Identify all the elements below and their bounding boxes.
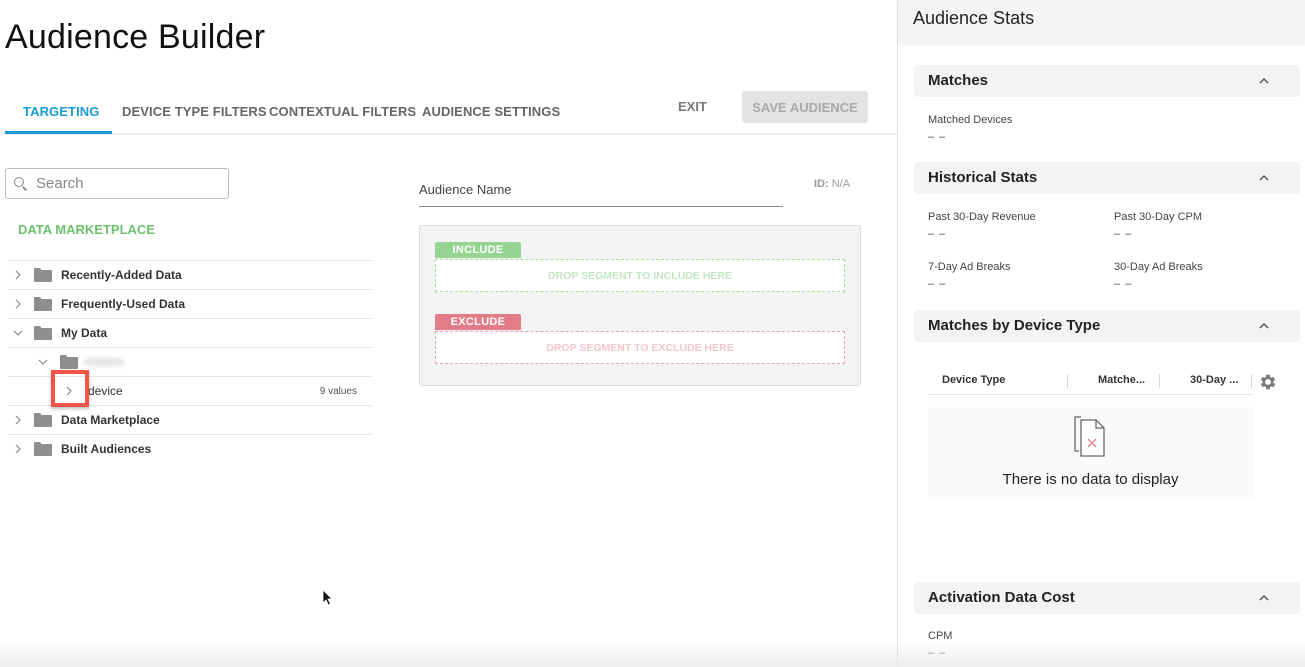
chevron-right-icon[interactable] — [64, 386, 74, 396]
chevron-right-icon[interactable] — [13, 444, 23, 454]
tree-item-device[interactable]: device 9 values — [8, 376, 372, 405]
search-input[interactable] — [36, 175, 216, 192]
tree-item-label: Built Audiences — [61, 442, 152, 456]
revenue-label: Past 30-Day Revenue — [928, 211, 1036, 223]
chevron-right-icon[interactable] — [13, 270, 23, 280]
active-tab-indicator — [5, 131, 112, 134]
value-count: 9 values — [319, 385, 357, 397]
search-field[interactable] — [5, 168, 229, 199]
chevron-down-icon[interactable] — [13, 328, 23, 338]
ad-breaks-30-label: 30-Day Ad Breaks — [1114, 261, 1203, 273]
tree-item-label: device — [88, 384, 123, 398]
tab-bar: TARGETING DEVICE TYPE FILTERS CONTEXTUAL… — [0, 90, 897, 135]
folder-icon — [34, 442, 52, 456]
section-title: Matches — [928, 72, 989, 89]
empty-state-text: There is no data to display — [1002, 471, 1179, 488]
tree-item-label: Recently-Added Data — [61, 268, 182, 282]
no-data-icon — [1074, 416, 1105, 457]
bottom-fade — [0, 640, 897, 667]
ad-breaks-30-value: – – — [1114, 278, 1133, 290]
data-tree: Recently-Added Data Frequently-Used Data… — [8, 260, 372, 463]
matched-devices-value: – – — [928, 131, 947, 143]
gear-icon[interactable] — [1258, 372, 1278, 392]
include-drop-zone[interactable]: DROP SEGMENT TO INCLUDE HERE — [435, 259, 845, 292]
column-device-type[interactable]: Device Type — [942, 374, 1005, 386]
mouse-cursor-icon — [322, 589, 333, 606]
stats-header: Audience Stats — [898, 0, 1305, 43]
include-tag: INCLUDE — [435, 242, 521, 258]
chevron-down-icon[interactable] — [38, 357, 48, 367]
chevron-right-icon[interactable] — [13, 299, 23, 309]
tree-item-frequently-used[interactable]: Frequently-Used Data — [8, 289, 372, 318]
table-header: Device Type Matche... 30-Day ... — [928, 367, 1253, 395]
segment-builder: INCLUDE DROP SEGMENT TO INCLUDE HERE EXC… — [419, 225, 861, 386]
column-resizer[interactable] — [1159, 374, 1160, 388]
tab-audience-settings[interactable]: AUDIENCE SETTINGS — [422, 104, 560, 119]
tree-item-data-marketplace[interactable]: Data Marketplace — [8, 405, 372, 434]
folder-icon — [34, 268, 52, 282]
ad-breaks-7-label: 7-Day Ad Breaks — [928, 261, 1011, 273]
audience-id: ID: N/A — [814, 178, 850, 190]
stats-title: Audience Stats — [913, 8, 1035, 28]
id-label: ID: — [814, 178, 829, 190]
section-activation-data-cost[interactable]: Activation Data Cost — [914, 582, 1300, 614]
page-title: Audience Builder — [5, 18, 266, 56]
empty-state: There is no data to display — [928, 407, 1253, 499]
matched-devices-label: Matched Devices — [928, 114, 1013, 126]
tree-item-label: Frequently-Used Data — [61, 297, 186, 311]
folder-icon — [34, 413, 52, 427]
cpm-label: Past 30-Day CPM — [1114, 211, 1203, 223]
section-historical-stats[interactable]: Historical Stats — [914, 162, 1300, 194]
folder-icon — [34, 326, 52, 340]
folder-icon — [34, 297, 52, 311]
chevron-up-icon[interactable] — [1258, 75, 1270, 87]
chevron-up-icon[interactable] — [1258, 320, 1270, 332]
save-audience-button[interactable]: SAVE AUDIENCE — [742, 91, 868, 123]
section-title: Matches by Device Type — [928, 317, 1101, 334]
cpm-value: – – — [1114, 228, 1133, 240]
tree-item-redacted-folder[interactable] — [8, 347, 372, 376]
tree-item-label: Data Marketplace — [61, 413, 160, 427]
column-resizer[interactable] — [1251, 374, 1252, 388]
section-title: Activation Data Cost — [928, 589, 1075, 606]
audience-builder-main: Audience Builder TARGETING DEVICE TYPE F… — [0, 0, 897, 667]
id-value: N/A — [831, 178, 851, 190]
ad-breaks-7-value: – – — [928, 278, 947, 290]
column-30-day[interactable]: 30-Day ... — [1190, 374, 1238, 386]
revenue-value: – – — [928, 228, 947, 240]
tree-item-my-data[interactable]: My Data — [8, 318, 372, 347]
exclude-tag: EXCLUDE — [435, 314, 521, 330]
tab-contextual-filters[interactable]: CONTEXTUAL FILTERS — [269, 104, 416, 119]
tree-item-label: My Data — [61, 326, 108, 340]
search-icon — [14, 176, 28, 191]
folder-icon — [60, 355, 78, 369]
activation-cpm-label: CPM — [928, 630, 953, 642]
tab-device-type-filters[interactable]: DEVICE TYPE FILTERS — [122, 104, 267, 119]
column-resizer[interactable] — [1067, 374, 1068, 388]
tree-item-recently-added[interactable]: Recently-Added Data — [8, 260, 372, 289]
chevron-right-icon[interactable] — [13, 415, 23, 425]
chevron-up-icon[interactable] — [1258, 592, 1270, 604]
tree-item-built-audiences[interactable]: Built Audiences — [8, 434, 372, 463]
audience-name-input[interactable]: Audience Name — [419, 182, 783, 207]
section-matches-by-device-type[interactable]: Matches by Device Type — [914, 310, 1300, 342]
section-matches[interactable]: Matches — [914, 65, 1300, 97]
data-marketplace-heading[interactable]: DATA MARKETPLACE — [18, 222, 155, 237]
exit-button[interactable]: EXIT — [678, 99, 707, 114]
device-type-table: Device Type Matche... 30-Day ... — [928, 367, 1253, 395]
column-matches[interactable]: Matche... — [1098, 374, 1145, 386]
chevron-up-icon[interactable] — [1258, 172, 1270, 184]
redacted-label — [84, 358, 124, 366]
exclude-drop-zone[interactable]: DROP SEGMENT TO EXCLUDE HERE — [435, 331, 845, 364]
bottom-fade — [898, 640, 1305, 667]
activation-cpm-value: – – — [928, 647, 947, 659]
audience-stats-panel: Audience Stats Matches Matched Devices –… — [897, 0, 1305, 667]
tab-targeting[interactable]: TARGETING — [23, 104, 100, 119]
section-title: Historical Stats — [928, 169, 1038, 186]
